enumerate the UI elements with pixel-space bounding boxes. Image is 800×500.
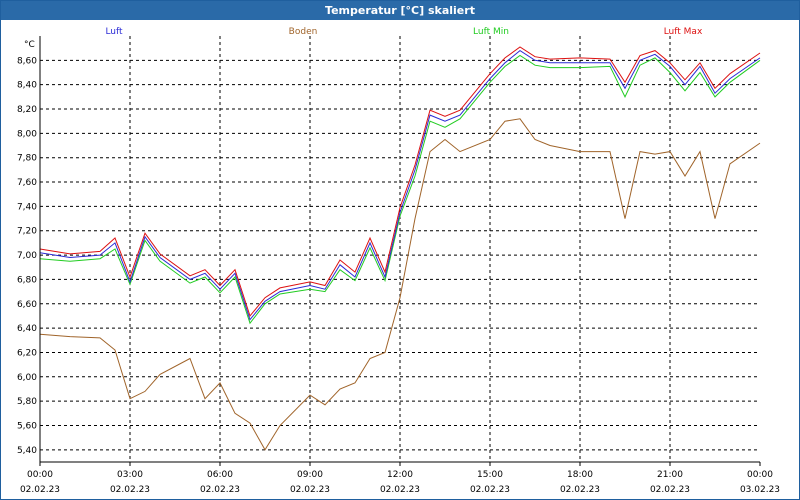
y-tick-label: 7,80 [17, 154, 37, 164]
legend-entry: Boden [289, 27, 318, 37]
x-tick-time: 00:00 [747, 470, 773, 480]
x-tick-time: 03:00 [117, 470, 143, 480]
y-tick-label: 6,20 [17, 348, 37, 358]
legend: Luft Boden Luft Min Luft Max [105, 27, 703, 37]
x-tick-date: 02.02.23 [290, 485, 330, 495]
axes: 5,40 5,60 5,80 6,00 6,20 6,40 6,60 6,80 7,00 7,20… [17, 36, 780, 495]
x-tick-date: 02.02.23 [110, 485, 150, 495]
y-tick-label: 8,60 [17, 56, 37, 66]
temperature-chart: Luft Boden Luft Min Luft Max 5,40 5,60 5,80 6,… [17, 27, 780, 495]
x-tick-time: 06:00 [207, 470, 233, 480]
x-tick-date: 02.02.23 [380, 485, 420, 495]
x-tick-time: 09:00 [297, 470, 323, 480]
y-tick-label: 8,20 [17, 105, 37, 115]
x-tick-time: 18:00 [567, 470, 593, 480]
x-tick-time: 00:00 [27, 470, 53, 480]
x-tick-date: 02.02.23 [560, 485, 600, 495]
y-tick-label: 7,40 [17, 202, 37, 212]
y-tick-label: 6,60 [17, 300, 37, 310]
x-tick-date: 02.02.23 [470, 485, 510, 495]
legend-entry: Luft Max [664, 27, 703, 37]
x-tick-time: 12:00 [387, 470, 413, 480]
y-tick-label: 6,40 [17, 324, 37, 334]
y-tick-label: 7,00 [17, 251, 37, 261]
x-tick-time: 21:00 [657, 470, 683, 480]
legend-entry: Luft Min [473, 27, 509, 37]
y-tick-label: 7,60 [17, 178, 37, 188]
x-tick-date: 02.02.23 [650, 485, 690, 495]
y-tick-label: 5,60 [17, 421, 37, 431]
y-tick-label: 8,40 [17, 81, 37, 91]
y-axis-unit-label: °C [24, 40, 35, 50]
y-tick-label: 6,00 [17, 373, 37, 383]
x-tick-time: 15:00 [477, 470, 503, 480]
x-tick-date: 02.02.23 [200, 485, 240, 495]
x-tick-date: 03.02.23 [740, 485, 780, 495]
x-tick-date: 02.02.23 [20, 485, 60, 495]
grid [40, 36, 760, 462]
legend-entry: Luft [105, 27, 123, 37]
y-tick-label: 7,20 [17, 227, 37, 237]
y-tick-label: 5,40 [17, 446, 37, 456]
y-tick-label: 6,80 [17, 275, 37, 285]
y-tick-label: 5,80 [17, 397, 37, 407]
y-tick-label: 8,00 [17, 129, 37, 139]
